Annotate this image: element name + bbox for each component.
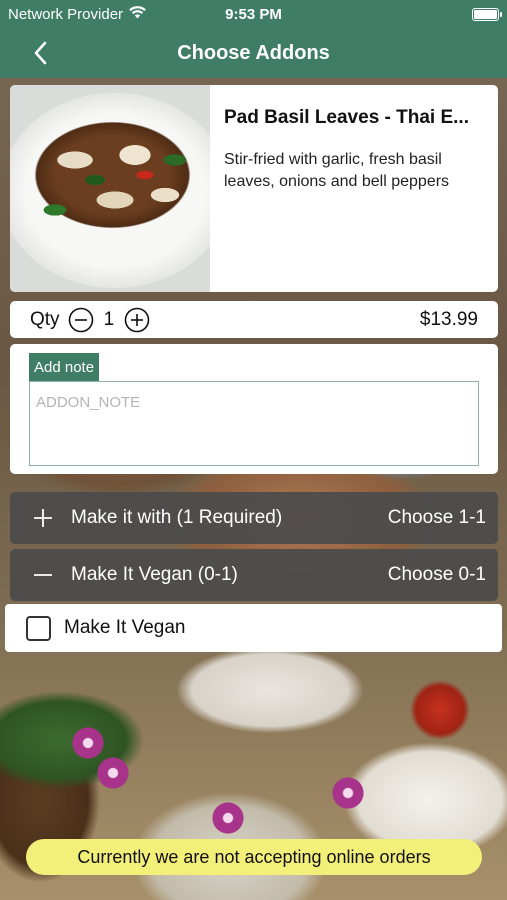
option-make-it-vegan[interactable]: Make It Vegan xyxy=(5,604,502,652)
group-title: Make it with (1 Required) xyxy=(71,507,283,528)
status-left: Network Provider xyxy=(8,6,146,23)
navigation-bar: Choose Addons xyxy=(0,28,507,78)
orchid-decoration xyxy=(210,800,246,836)
product-card: Pad Basil Leaves - Thai E... Stir-fried … xyxy=(10,85,498,292)
status-bar: Network Provider 9:53 PM xyxy=(0,0,507,28)
group-header-make-it-vegan[interactable]: Make It Vegan (0-1) Choose 0-1 xyxy=(10,549,498,601)
addon-note-input[interactable] xyxy=(29,381,479,466)
quantity-row: Qty 1 $13.99 xyxy=(10,301,498,338)
add-note-label: Add note xyxy=(29,353,100,381)
plus-icon xyxy=(32,508,54,528)
ordering-closed-banner: Currently we are not accepting online or… xyxy=(26,839,482,875)
product-description: Stir-fried with garlic, fresh basil leav… xyxy=(224,151,450,190)
decrease-qty-button[interactable] xyxy=(68,307,94,333)
back-button[interactable] xyxy=(26,38,56,68)
option-checkbox[interactable] xyxy=(26,615,51,641)
price-label: $13.99 xyxy=(419,308,478,330)
group-range: Choose 1-1 xyxy=(387,507,486,528)
option-label: Make It Vegan xyxy=(64,617,186,638)
qty-value: 1 xyxy=(103,308,115,330)
group-range: Choose 0-1 xyxy=(387,564,486,585)
page-title: Choose Addons xyxy=(177,41,330,64)
product-info: Pad Basil Leaves - Thai E... Stir-fried … xyxy=(210,85,498,292)
battery-icon xyxy=(472,7,502,21)
orchid-decoration xyxy=(330,775,366,811)
chevron-left-icon xyxy=(34,41,47,65)
qty-label: Qty xyxy=(30,308,60,330)
product-name: Pad Basil Leaves - Thai E... xyxy=(224,107,469,128)
plus-circle-icon xyxy=(124,307,150,332)
orchid-decoration xyxy=(95,755,131,791)
group-title: Make It Vegan (0-1) xyxy=(71,564,238,585)
orchid-decoration xyxy=(70,725,106,761)
group-header-make-it-with[interactable]: Make it with (1 Required) Choose 1-1 xyxy=(10,492,498,544)
carrier-label: Network Provider xyxy=(8,5,124,23)
increase-qty-button[interactable] xyxy=(124,307,150,333)
minus-circle-icon xyxy=(68,307,93,332)
product-image xyxy=(10,85,210,292)
note-card: Add note xyxy=(10,344,498,474)
minus-icon xyxy=(32,565,54,585)
wifi-icon xyxy=(129,5,146,23)
